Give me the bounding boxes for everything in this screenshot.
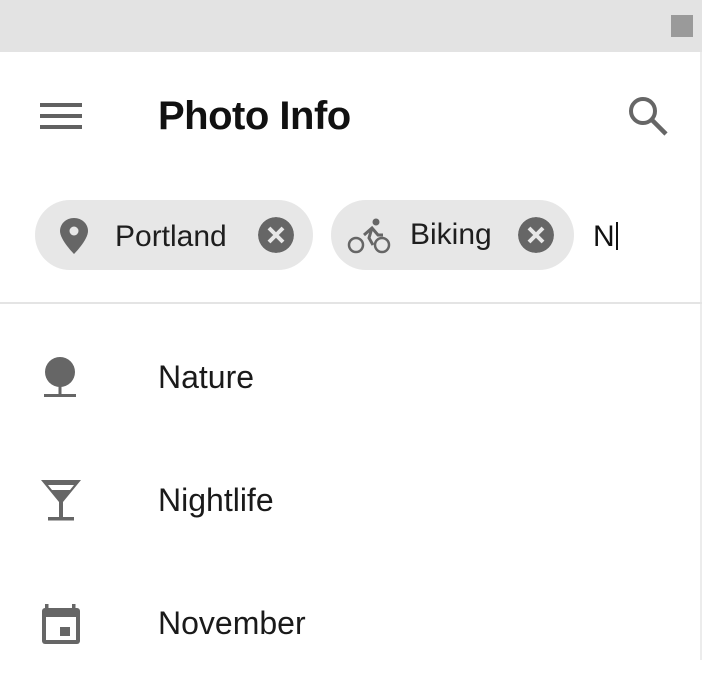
location-pin-icon [60,218,88,254]
search-input[interactable]: N [593,220,618,254]
search-input-value: N [593,220,615,253]
bike-icon [347,218,391,254]
status-indicator-icon [671,15,693,37]
cocktail-icon [41,480,81,521]
suggestion-label: Nightlife [158,482,274,518]
suggestion-november[interactable]: November [0,573,700,673]
tree-icon [44,357,76,397]
remove-chip-icon[interactable] [518,217,554,253]
suggestion-label: November [158,605,306,641]
divider [0,302,702,304]
menu-icon[interactable] [40,100,82,132]
page-title: Photo Info [158,94,351,138]
chip-portland[interactable]: Portland [35,200,313,270]
chip-label: Biking [410,218,492,251]
remove-chip-icon[interactable] [258,217,294,253]
suggestion-nightlife[interactable]: Nightlife [0,450,700,550]
text-cursor [615,222,618,250]
chip-label: Portland [115,220,227,253]
suggestion-label: Nature [158,359,255,395]
search-icon[interactable] [626,95,670,137]
suggestion-nature[interactable]: Nature [0,327,700,427]
calendar-icon [42,604,80,644]
status-bar [0,0,702,52]
chip-biking[interactable]: Biking [331,200,574,270]
